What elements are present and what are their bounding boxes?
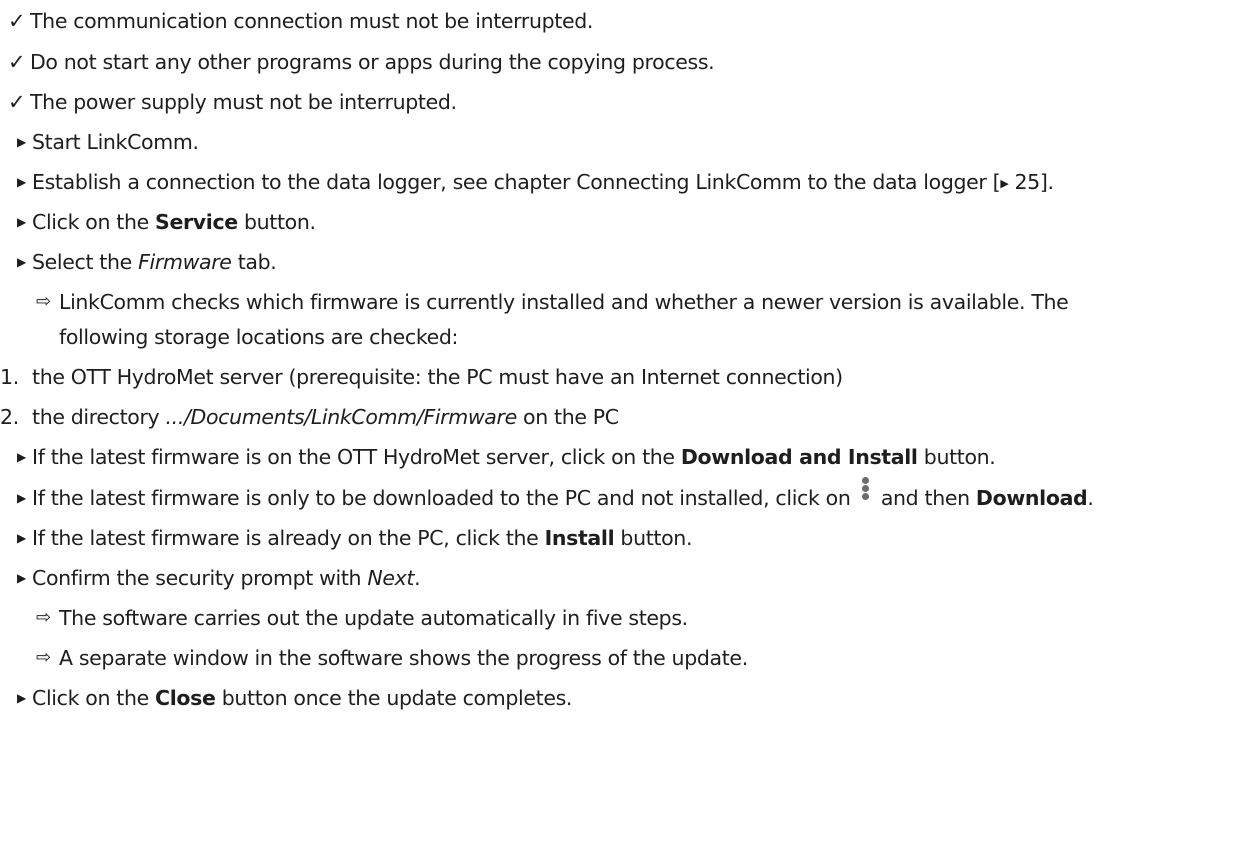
step-item: ▶ Click on the Close button once the upd… [0,683,1253,713]
ui-term: Install [544,526,615,550]
step-text: If the latest firmware is only to be dow… [32,477,1094,513]
ui-term: Close [155,686,216,710]
result-text: A separate window in the software shows … [59,646,748,670]
result-item: ⇨ A separate window in the software show… [0,643,1253,673]
list-item: 2. the directory .../Documents/LinkComm/… [0,402,1253,432]
step-item: ▶ Start LinkComm. [0,127,1253,157]
step-text-part: If the latest firmware is already on the… [32,526,545,550]
prerequisite-item: ✓ The communication connection must not … [0,6,1253,36]
ui-term: Download [975,486,1088,510]
step-text-part: Confirm the security prompt with [32,566,368,590]
result-arrow-icon: ⇨ [36,607,51,628]
step-arrow-icon: ▶ [17,215,26,229]
step-text: Click on the Close button once the updat… [32,683,572,713]
result-item: ⇨ LinkComm checks which firmware is curr… [0,287,1253,317]
step-arrow-icon: ▶ [17,571,26,585]
more-options-icon [859,477,871,509]
prerequisite-text: Do not start any other programs or apps … [30,50,715,74]
step-arrow-icon: ▶ [17,175,26,189]
list-item: 1. the OTT HydroMet server (prerequisite… [0,362,1253,392]
prerequisite-text: The power supply must not be interrupted… [30,90,457,114]
step-arrow-icon: ▶ [17,450,26,464]
step-text-part: button. [237,210,316,234]
step-text: Click on the Service button. [32,207,316,237]
step-arrow-icon: ▶ [17,691,26,705]
step-item: ▶ Click on the Service button. [0,207,1253,237]
result-text: The software carries out the update auto… [59,606,688,630]
result-item: ⇨ The software carries out the update au… [0,603,1253,633]
step-item: ▶ If the latest firmware is only to be d… [0,477,1253,513]
step-text-part: . [414,566,421,590]
step-text: Select the Firmware tab. [32,247,277,277]
step-item: ▶ Establish a connection to the data log… [0,167,1253,197]
result-arrow-icon: ⇨ [36,291,51,312]
step-text: Start LinkComm. [32,130,199,154]
directory-path: .../Documents/LinkComm/Firmware [165,405,518,429]
result-item-continuation: following storage locations are checked: [0,322,1253,352]
list-text: the directory .../Documents/LinkComm/Fir… [32,402,619,432]
page-reference-link[interactable]: ▶ 25 [1000,170,1040,194]
step-text-part: If the latest firmware is only to be dow… [32,486,857,510]
step-text-part: button. [917,445,996,469]
step-item: ▶ Select the Firmware tab. [0,247,1253,277]
result-text: LinkComm checks which firmware is curren… [59,290,1069,314]
ui-term: Next [367,566,415,590]
list-text-part: the directory [32,405,166,429]
step-text-part: . [1087,486,1094,510]
result-arrow-icon: ⇨ [36,647,51,668]
check-icon: ✓ [8,50,26,74]
step-text: Establish a connection to the data logge… [32,167,1054,199]
result-text: following storage locations are checked: [59,325,459,349]
list-text: the OTT HydroMet server (prerequisite: t… [32,365,843,389]
step-text-part: Click on the [32,686,156,710]
step-text-part: button once the update completes. [215,686,573,710]
prerequisite-item: ✓ The power supply must not be interrupt… [0,87,1253,117]
step-text: Confirm the security prompt with Next. [32,563,421,593]
ui-term: Service [155,210,238,234]
check-icon: ✓ [8,9,26,33]
step-item: ▶ If the latest firmware is on the OTT H… [0,442,1253,472]
step-arrow-icon: ▶ [17,135,26,149]
ui-term: Download and Install [680,445,918,469]
step-text-part: Select the [32,250,139,274]
step-text: If the latest firmware is already on the… [32,523,692,553]
step-text: If the latest firmware is on the OTT Hyd… [32,442,996,472]
prerequisite-text: The communication connection must not be… [30,9,594,33]
step-arrow-icon: ▶ [17,491,26,505]
step-text-part: tab. [231,250,277,274]
step-item: ▶ If the latest firmware is already on t… [0,523,1253,553]
ui-term: Firmware [138,250,232,274]
prerequisite-item: ✓ Do not start any other programs or app… [0,47,1253,77]
step-item: ▶ Confirm the security prompt with Next. [0,563,1253,593]
step-text-part: ]. [1039,170,1054,194]
step-arrow-icon: ▶ [17,531,26,545]
step-text-part: and then [874,486,976,510]
page-reference-number: 25 [1014,170,1040,194]
step-text-part: button. [614,526,693,550]
list-number: 1. [0,365,19,389]
step-text-part: If the latest firmware is on the OTT Hyd… [32,445,681,469]
list-text-part: on the PC [516,405,619,429]
list-number: 2. [0,405,19,429]
check-icon: ✓ [8,90,26,114]
step-text-part: Establish a connection to the data logge… [32,170,1001,194]
step-text-part: Click on the [32,210,156,234]
step-arrow-icon: ▶ [17,255,26,269]
reference-arrow-icon: ▶ [1000,177,1009,190]
